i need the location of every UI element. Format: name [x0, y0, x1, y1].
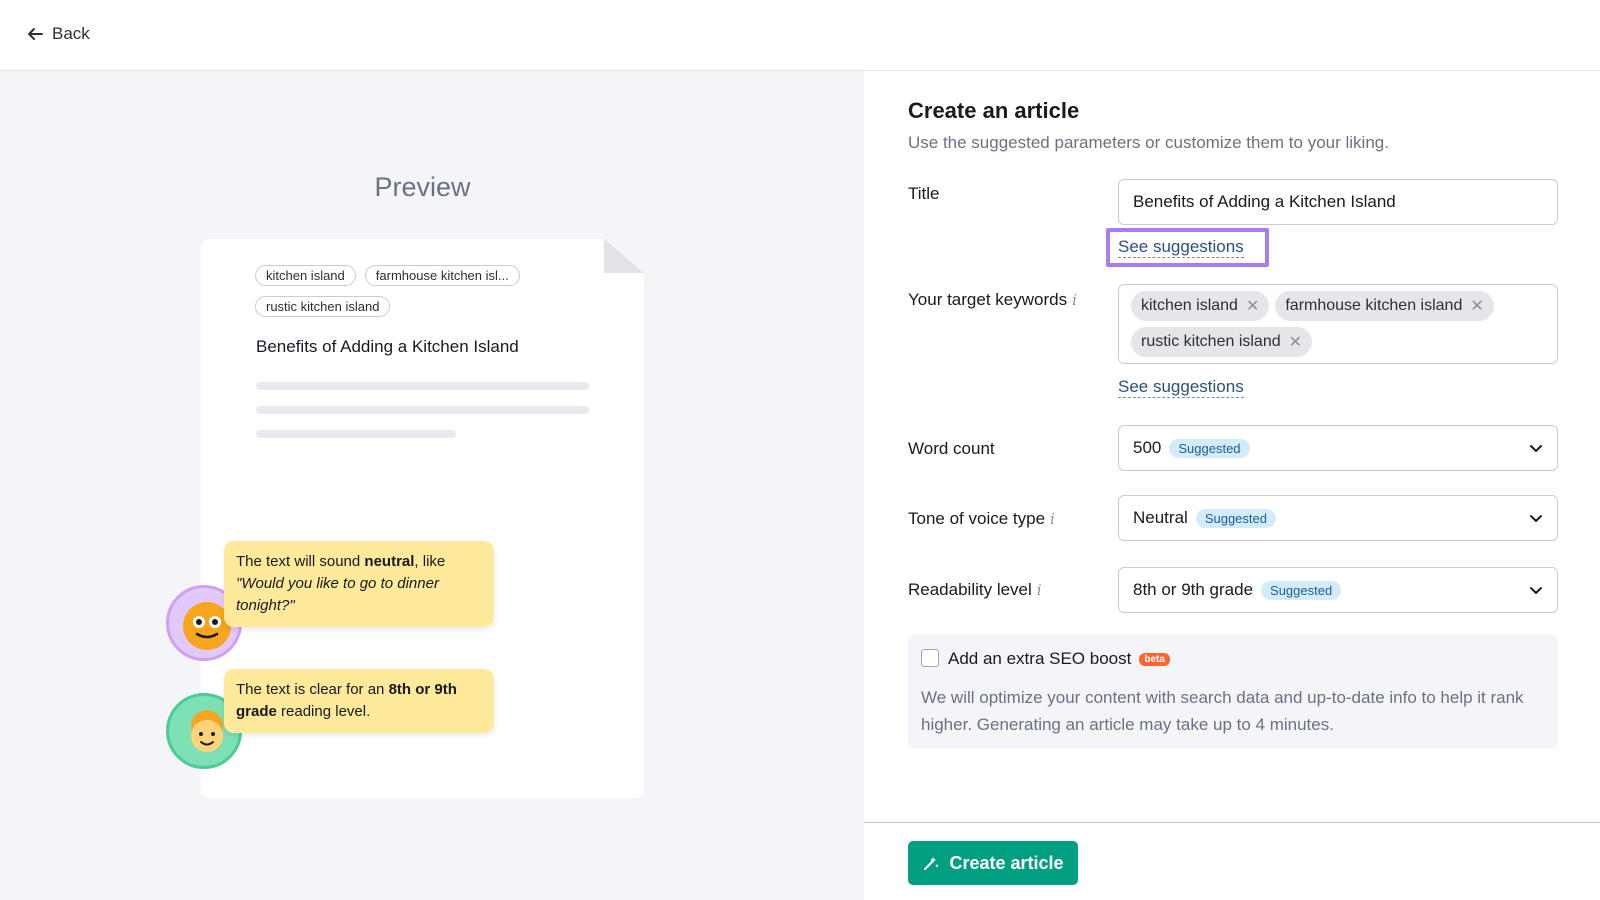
- suggested-badge: Suggested: [1169, 438, 1250, 458]
- bubble-text: reading level.: [276, 703, 371, 720]
- footer-divider: [864, 822, 1600, 823]
- tone-label-text: Tone of voice type: [908, 509, 1046, 528]
- word-count-value: 500: [1133, 438, 1162, 457]
- word-count-label: Word count: [908, 439, 995, 459]
- seo-boost-description: We will optimize your content with searc…: [921, 688, 1524, 734]
- create-article-label: Create article: [949, 852, 1064, 873]
- readability-speech-bubble: The text is clear for an 8th or 9th grad…: [224, 669, 494, 733]
- bubble-text: The text will sound: [236, 553, 365, 570]
- create-article-button[interactable]: Create article: [908, 841, 1078, 885]
- keyword-tag: kitchen island ✕: [1131, 291, 1270, 321]
- keywords-see-suggestions-link[interactable]: See suggestions: [1118, 377, 1244, 398]
- page-fold-icon: [604, 239, 644, 273]
- preview-panel: Preview kitchen island farmhouse kitchen…: [0, 71, 864, 900]
- preview-heading: Preview: [374, 172, 471, 202]
- keyword-tag-label: rustic kitchen island: [1141, 333, 1281, 350]
- seo-boost-checkbox[interactable]: [921, 649, 939, 667]
- title-label-text: Title: [908, 184, 940, 203]
- text-placeholder-line: [256, 430, 456, 438]
- remove-keyword-icon[interactable]: ✕: [1246, 296, 1259, 316]
- text-placeholder-line: [256, 382, 589, 390]
- bubble-text: , like: [414, 553, 446, 570]
- beta-badge: beta: [1139, 652, 1170, 666]
- top-bar: Back: [0, 0, 1600, 71]
- magic-wand-icon: [924, 857, 940, 871]
- back-label: Back: [52, 24, 90, 43]
- keywords-label: Your target keywords i: [908, 290, 1077, 310]
- preview-chip: rustic kitchen island: [255, 296, 391, 317]
- chevron-down-icon: [1530, 515, 1542, 522]
- info-icon[interactable]: i: [1072, 291, 1077, 309]
- keyword-tag: farmhouse kitchen island ✕: [1275, 291, 1494, 321]
- back-button[interactable]: Back: [26, 24, 90, 44]
- seo-boost-label[interactable]: Add an extra SEO boost beta: [948, 649, 1170, 669]
- seo-boost-panel: Add an extra SEO boost beta We will opti…: [908, 634, 1558, 749]
- preview-keyword-chips: kitchen island farmhouse kitchen isl... …: [255, 265, 585, 317]
- text-placeholder-line: [256, 406, 589, 414]
- keyword-tag-label: kitchen island: [1141, 297, 1238, 314]
- readability-label: Readability level i: [908, 580, 1042, 600]
- form-subheading: Use the suggested parameters or customiz…: [908, 133, 1389, 152]
- suggested-badge: Suggested: [1195, 508, 1276, 528]
- keywords-label-text: Your target keywords: [908, 290, 1068, 309]
- arrow-left-icon: [28, 28, 43, 40]
- info-icon[interactable]: i: [1050, 510, 1055, 528]
- title-see-suggestions-link[interactable]: See suggestions: [1118, 237, 1244, 258]
- word-count-label-text: Word count: [908, 439, 995, 458]
- bubble-quote: "Would you like to go to dinner tonight?…: [236, 575, 439, 614]
- bubble-bold-text: neutral: [364, 553, 415, 570]
- word-count-select[interactable]: 500 Suggested: [1118, 425, 1558, 471]
- preview-chip: kitchen island: [255, 265, 356, 286]
- preview-chip: farmhouse kitchen isl...: [364, 265, 520, 286]
- tone-label: Tone of voice type i: [908, 509, 1055, 529]
- form-heading: Create an article: [908, 98, 1080, 123]
- suggested-badge: Suggested: [1261, 580, 1342, 600]
- remove-keyword-icon[interactable]: ✕: [1470, 296, 1483, 316]
- remove-keyword-icon[interactable]: ✕: [1289, 332, 1302, 352]
- tone-value: Neutral: [1133, 508, 1188, 527]
- preview-doc-title: Benefits of Adding a Kitchen Island: [256, 337, 519, 356]
- keywords-input[interactable]: kitchen island ✕ farmhouse kitchen island…: [1118, 284, 1558, 364]
- title-label: Title: [908, 184, 940, 204]
- seo-boost-label-text: Add an extra SEO boost: [948, 649, 1132, 668]
- title-input[interactable]: [1118, 179, 1558, 225]
- readability-value: 8th or 9th grade: [1133, 580, 1254, 599]
- keyword-tag-label: farmhouse kitchen island: [1285, 297, 1463, 314]
- info-icon[interactable]: i: [1037, 581, 1042, 599]
- tone-speech-bubble: The text will sound neutral, like "Would…: [224, 541, 494, 627]
- readability-select[interactable]: 8th or 9th grade Suggested: [1118, 567, 1558, 613]
- readability-label-text: Readability level: [908, 580, 1032, 599]
- keyword-tag: rustic kitchen island ✕: [1131, 327, 1313, 357]
- chevron-down-icon: [1530, 587, 1542, 594]
- bubble-text: The text is clear for an: [236, 681, 389, 698]
- tone-select[interactable]: Neutral Suggested: [1118, 495, 1558, 541]
- chevron-down-icon: [1530, 445, 1542, 452]
